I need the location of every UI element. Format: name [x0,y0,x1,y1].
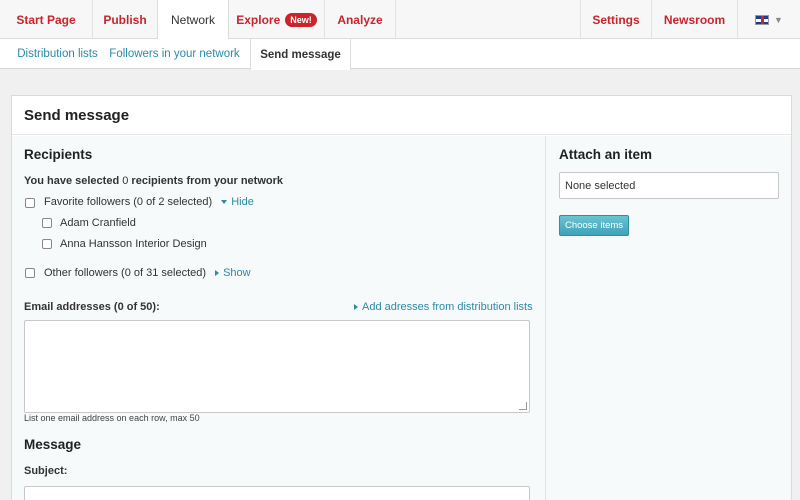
hide-favorites-link[interactable]: Hide [215,196,254,208]
nav-network-label: Network [170,13,215,27]
subnav-send-message-label: Send message [260,48,341,61]
new-badge: New! [285,12,317,27]
nav-start-page[interactable]: Start Page [0,0,93,39]
selected-prefix: You have selected [24,175,120,187]
subnav-distribution-lists-label: Distribution lists [17,48,98,60]
subnav-send-message[interactable]: Send message [250,39,351,70]
uk-flag-icon [755,14,770,25]
sub-nav: Distribution lists Followers in your net… [0,39,800,70]
resize-handle-icon[interactable] [519,402,527,410]
other-followers-row: Other followers (0 of 31 selected) Show [44,267,251,279]
favorite-followers-row: Favorite followers (0 of 2 selected) Hid… [44,196,254,208]
selected-summary: You have selected 0 recipients from your… [24,175,283,187]
selected-count: 0 [122,175,129,187]
follower-name-adam: Adam Cranfield [60,217,136,229]
email-label-text: Email addresses [24,301,111,313]
subnav-distribution-lists[interactable]: Distribution lists [10,39,105,69]
email-count: (0 of 50): [113,301,160,313]
nav-explore-label: Explore [236,12,281,27]
chevron-down-icon: ▼ [774,14,783,25]
recipients-column: Recipients You have selected 0 recipient… [12,136,545,500]
nav-network[interactable]: Network [157,0,229,40]
other-followers-checkbox[interactable] [25,268,35,278]
subnav-followers[interactable]: Followers in your network [106,39,243,69]
nav-publish-label: Publish [103,12,147,27]
subject-label: Subject: [24,465,68,477]
nav-settings-label: Settings [592,12,640,27]
nav-analyze-label: Analyze [337,12,383,27]
follower-name-anna: Anna Hansson Interior Design [60,238,207,250]
subject-input[interactable] [24,486,530,500]
nav-newsroom[interactable]: Newsroom [652,0,738,39]
nav-start-page-label: Start Page [16,12,76,27]
nav-publish[interactable]: Publish [93,0,158,39]
send-message-panel: Send message Recipients You have selecte… [11,95,792,500]
attach-heading: Attach an item [559,147,653,162]
nav-newsroom-label: Newsroom [663,12,726,27]
add-from-lists-label: Add adresses from distribution lists [362,301,533,313]
attached-item-value: None selected [565,179,636,192]
follower-checkbox-anna[interactable] [42,239,52,249]
attached-item-select[interactable]: None selected [559,172,779,199]
favorite-followers-checkbox[interactable] [25,198,35,208]
recipients-heading: Recipients [24,147,93,162]
follower-checkbox-adam[interactable] [42,218,52,228]
email-addresses-input[interactable] [24,320,530,413]
page-title: Send message [12,96,791,135]
nav-explore[interactable]: Explore New! [229,0,325,39]
choose-items-button[interactable]: Choose items [559,215,629,236]
selected-suffix: recipients from your network [131,175,284,187]
language-selector[interactable]: ▼ [738,0,800,39]
show-others-link[interactable]: Show [209,267,251,279]
email-help-text: List one email address on each row, max … [24,413,200,423]
nav-settings[interactable]: Settings [580,0,652,39]
triangle-down-icon [221,200,228,204]
add-from-distribution-lists-link[interactable]: Add adresses from distribution lists [354,301,533,313]
triangle-right-icon [354,304,358,310]
favorite-followers-label: Favorite followers (0 of 2 selected) [44,196,213,208]
show-others-label: Show [223,267,251,279]
triangle-right-icon [215,270,220,276]
nav-analyze[interactable]: Analyze [325,0,396,39]
attach-column: Attach an item None selected Choose item… [545,136,791,500]
email-label: Email addresses (0 of 50): [24,301,160,313]
hide-favorites-label: Hide [231,196,254,208]
top-nav: Start Page Publish Network Explore New! … [0,0,800,40]
subnav-followers-label: Followers in your network [109,48,240,60]
other-followers-label: Other followers (0 of 31 selected) [44,267,207,279]
message-heading: Message [24,437,82,452]
